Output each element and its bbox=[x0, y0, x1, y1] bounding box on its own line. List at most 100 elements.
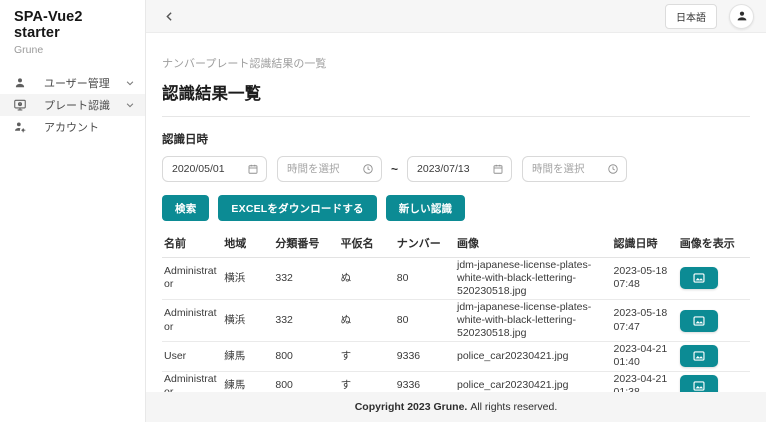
cell-datetime: 2023-05-18 07:48 bbox=[611, 257, 678, 300]
header-kana: 平仮名 bbox=[338, 229, 395, 258]
chevron-down-icon bbox=[125, 100, 135, 110]
clock-icon bbox=[607, 163, 619, 175]
search-button[interactable]: 検索 bbox=[162, 195, 210, 221]
date-from-input[interactable] bbox=[172, 163, 243, 175]
time-from-field[interactable] bbox=[277, 156, 382, 182]
app-window: SPA-Vue2 starter Grune ユーザー管理 プレート認識 アカウ… bbox=[0, 0, 766, 422]
time-from-input[interactable] bbox=[287, 163, 358, 175]
table-row: Administrator 横浜 332 ぬ 80 jdm-japanese-l… bbox=[162, 299, 750, 343]
sidebar-item-label: プレート認識 bbox=[44, 100, 110, 112]
header-number: ナンバー bbox=[394, 229, 455, 258]
table-row: User 練馬 800 す 9336 police_car20230421.jp… bbox=[162, 341, 750, 372]
image-icon bbox=[693, 315, 705, 326]
header-image: 画像 bbox=[454, 229, 612, 258]
cell-kana: す bbox=[338, 371, 395, 392]
cell-number: 80 bbox=[394, 299, 455, 343]
topbar: 日本語 bbox=[146, 0, 766, 33]
sidebar: SPA-Vue2 starter Grune ユーザー管理 プレート認識 アカウ… bbox=[0, 0, 146, 422]
time-to-field[interactable] bbox=[522, 156, 628, 182]
cell-show-image bbox=[677, 341, 750, 372]
cell-name: Administrator bbox=[162, 371, 223, 392]
cell-class-no: 800 bbox=[273, 341, 339, 372]
calendar-icon bbox=[247, 163, 259, 175]
cell-date: 2023-05-18 bbox=[613, 307, 668, 320]
show-image-button[interactable] bbox=[679, 345, 718, 368]
cell-datetime: 2023-04-21 01:40 bbox=[611, 341, 678, 372]
header-name: 名前 bbox=[162, 229, 223, 258]
date-from-field[interactable] bbox=[162, 156, 267, 182]
excel-download-button[interactable]: EXCELをダウンロードする bbox=[218, 195, 377, 221]
cell-datetime: 2023-05-18 07:47 bbox=[611, 299, 678, 343]
range-separator: ~ bbox=[391, 162, 399, 176]
cell-time: 01:40 bbox=[613, 356, 640, 369]
time-to-input[interactable] bbox=[532, 163, 604, 175]
cell-number: 80 bbox=[394, 257, 455, 300]
date-to-input[interactable] bbox=[417, 163, 489, 175]
cell-datetime: 2023-04-21 01:38 bbox=[611, 371, 678, 392]
show-image-button[interactable] bbox=[679, 374, 718, 392]
new-recognition-button[interactable]: 新しい認識 bbox=[385, 195, 466, 221]
header-datetime: 認識日時 bbox=[611, 229, 678, 258]
cell-image-filename: police_car20230421.jpg bbox=[454, 341, 612, 372]
sidebar-item-account[interactable]: アカウント bbox=[0, 116, 145, 138]
cell-show-image bbox=[677, 257, 750, 300]
cell-region: 練馬 bbox=[222, 341, 274, 372]
cell-show-image bbox=[677, 371, 750, 392]
cell-number: 9336 bbox=[394, 371, 455, 392]
header-show-image: 画像を表示 bbox=[677, 229, 750, 258]
footer: Copyright 2023 Grune. All rights reserve… bbox=[146, 392, 766, 422]
cell-kana: ぬ bbox=[338, 299, 395, 343]
title-divider bbox=[162, 116, 750, 117]
cell-number: 9336 bbox=[394, 341, 455, 372]
filter-label: 認識日時 bbox=[162, 134, 208, 146]
plate-recognition-icon bbox=[13, 98, 27, 112]
sidebar-item-user-management[interactable]: ユーザー管理 bbox=[0, 72, 145, 94]
table-header-row: 名前 地域 分類番号 平仮名 ナンバー 画像 認識日時 画像を表示 bbox=[162, 229, 750, 258]
copyright-regular: All rights reserved. bbox=[470, 401, 558, 413]
image-icon bbox=[693, 351, 705, 362]
sidebar-item-label: アカウント bbox=[44, 122, 99, 134]
action-buttons: 検索 EXCELをダウンロードする 新しい認識 bbox=[162, 195, 750, 221]
cell-image-filename: police_car20230421.jpg bbox=[454, 371, 612, 392]
date-to-field[interactable] bbox=[407, 156, 513, 182]
cell-date: 2023-04-21 bbox=[613, 343, 668, 356]
sidebar-item-plate-recognition[interactable]: プレート認識 bbox=[0, 94, 145, 116]
cell-class-no: 332 bbox=[273, 299, 339, 343]
cell-date: 2023-05-18 bbox=[613, 265, 668, 278]
account-gear-icon bbox=[13, 120, 27, 134]
chevron-down-icon bbox=[125, 78, 135, 88]
page-title: 認識結果一覧 bbox=[162, 85, 261, 103]
show-image-button[interactable] bbox=[679, 267, 718, 290]
breadcrumb: ナンバープレート認識結果の一覧 bbox=[162, 58, 327, 70]
cell-image-filename: jdm-japanese-license-plates-white-with-b… bbox=[454, 299, 612, 343]
avatar[interactable] bbox=[729, 3, 754, 29]
cell-name: Administrator bbox=[162, 299, 223, 343]
show-image-button[interactable] bbox=[679, 309, 718, 332]
user-icon bbox=[13, 76, 27, 90]
cell-date: 2023-04-21 bbox=[613, 372, 668, 385]
cell-kana: す bbox=[338, 341, 395, 372]
cell-time: 07:48 bbox=[613, 278, 640, 291]
cell-region: 練馬 bbox=[222, 371, 274, 392]
filter-row: ~ bbox=[162, 156, 750, 182]
header-class-no: 分類番号 bbox=[273, 229, 339, 258]
app-subtitle: Grune bbox=[14, 44, 44, 56]
cell-image-filename: jdm-japanese-license-plates-white-with-b… bbox=[454, 257, 612, 300]
image-icon bbox=[693, 273, 705, 283]
cell-show-image bbox=[677, 299, 750, 343]
chevron-left-icon[interactable] bbox=[160, 7, 178, 25]
main-content: ナンバープレート認識結果の一覧 認識結果一覧 認識日時 ~ bbox=[146, 33, 766, 392]
cell-region: 横浜 bbox=[222, 299, 274, 343]
cell-class-no: 332 bbox=[273, 257, 339, 300]
app-title: SPA-Vue2 starter bbox=[14, 9, 83, 41]
cell-class-no: 800 bbox=[273, 371, 339, 392]
sidebar-item-label: ユーザー管理 bbox=[44, 78, 110, 90]
header-region: 地域 bbox=[222, 229, 274, 258]
copyright-bold: Copyright 2023 Grune. bbox=[354, 401, 468, 413]
table-body: Administrator 横浜 332 ぬ 80 jdm-japanese-l… bbox=[162, 257, 750, 392]
clock-icon bbox=[362, 163, 374, 175]
language-button[interactable]: 日本語 bbox=[665, 3, 717, 29]
sidebar-menu: ユーザー管理 プレート認識 アカウント bbox=[0, 72, 145, 138]
sidebar-header: SPA-Vue2 starter Grune bbox=[0, 0, 145, 66]
table-row: Administrator 練馬 800 す 9336 police_car20… bbox=[162, 371, 750, 392]
